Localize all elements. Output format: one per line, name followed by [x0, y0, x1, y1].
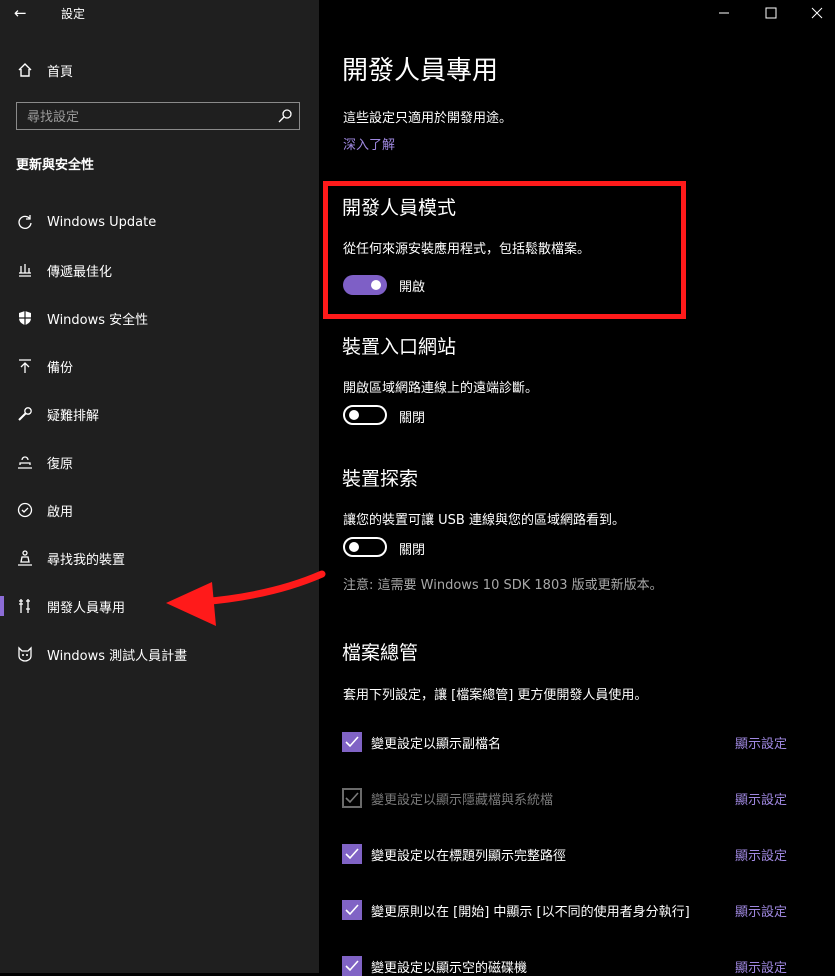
dev-mode-desc: 從任何來源安裝應用程式，包括鬆散檔案。 — [343, 242, 591, 257]
device-discovery-note: 注意: 這需要 Windows 10 SDK 1803 版或更新版本。 — [343, 578, 663, 593]
refresh-icon — [16, 213, 34, 231]
sidebar-item-delivery[interactable]: 傳遞最佳化 — [0, 246, 319, 294]
device-discovery-desc: 讓您的裝置可讓 USB 連線與您的區域網路看到。 — [343, 513, 625, 528]
sidebar-item-security[interactable]: Windows 安全性 — [0, 294, 319, 342]
device-portal-toggle[interactable] — [343, 405, 387, 425]
sidebar-item-label: 啟用 — [47, 504, 74, 520]
file-explorer-desc: 套用下列設定，讓 [檔案總管] 更方便開發人員使用。 — [343, 688, 648, 703]
learn-more-link[interactable]: 深入了解 — [343, 134, 395, 153]
sidebar-item-label: 疑難排解 — [47, 408, 100, 424]
show-settings-link[interactable]: 顯示設定 — [735, 957, 787, 976]
shield-icon — [16, 309, 34, 327]
toggle-knob — [349, 542, 359, 552]
window-title: 設定 — [61, 7, 86, 21]
show-settings-link[interactable]: 顯示設定 — [735, 789, 787, 808]
file-explorer-heading: 檔案總管 — [342, 642, 419, 664]
sidebar-item-label: 傳遞最佳化 — [47, 264, 113, 280]
sidebar-home[interactable]: 首頁 — [16, 59, 73, 81]
checkbox-label: 變更設定以顯示副檔名 — [371, 737, 502, 752]
checkbox-label: 變更設定以顯示空的磁碟機 — [371, 961, 528, 976]
check-circle-icon — [16, 501, 34, 519]
wrench-icon — [16, 405, 34, 423]
sidebar-item-label: 復原 — [47, 456, 74, 472]
sidebar-item-label: 尋找我的裝置 — [47, 552, 126, 568]
device-portal-state: 關閉 — [399, 411, 426, 426]
back-arrow-icon[interactable]: ← — [14, 4, 32, 22]
annotation-arrow — [166, 570, 326, 626]
developer-tools-icon — [16, 597, 34, 615]
checkbox-show-hidden-files — [342, 788, 362, 808]
delivery-icon — [16, 261, 34, 279]
device-discovery-state: 關閉 — [399, 543, 426, 558]
home-icon — [16, 61, 34, 79]
checkbox-label: 變更原則以在 [開始] 中顯示 [以不同的使用者身分執行] — [371, 905, 690, 920]
sidebar-item-label: 開發人員專用 — [47, 600, 126, 616]
sidebar-item-recovery[interactable]: 復原 — [0, 438, 319, 486]
section-title: 更新與安全性 — [16, 158, 95, 173]
recovery-icon — [16, 453, 34, 471]
show-settings-link[interactable]: 顯示設定 — [735, 845, 787, 864]
sidebar-item-label: Windows Update — [47, 214, 157, 230]
sidebar: ← 設定 首頁 更新與安全性 Windows Update 傳遞最佳化 Wind… — [0, 0, 319, 973]
search-icon[interactable] — [277, 108, 293, 124]
checkbox-label: 變更設定以在標題列顯示完整路徑 — [371, 849, 567, 864]
sidebar-item-backup[interactable]: 備份 — [0, 342, 319, 390]
intro-text: 這些設定只適用於開發用途。 — [343, 111, 513, 126]
show-settings-link[interactable]: 顯示設定 — [735, 901, 787, 920]
show-settings-link[interactable]: 顯示設定 — [735, 733, 787, 752]
sidebar-item-label: Windows 安全性 — [47, 312, 149, 328]
checkbox-label: 變更設定以顯示隱藏檔與系統檔 — [371, 793, 554, 808]
device-discovery-toggle[interactable] — [343, 537, 387, 557]
sidebar-item-label: Windows 測試人員計畫 — [47, 648, 188, 664]
device-portal-heading: 裝置入口網站 — [342, 336, 457, 358]
device-portal-desc: 開啟區域網路連線上的遠端診斷。 — [343, 381, 539, 396]
dev-mode-heading: 開發人員模式 — [342, 197, 457, 219]
minimize-icon[interactable] — [700, 0, 748, 26]
person-location-icon — [16, 549, 34, 567]
sidebar-item-windows-update[interactable]: Windows Update — [0, 198, 319, 246]
maximize-icon[interactable] — [747, 0, 795, 26]
dev-mode-toggle[interactable] — [343, 275, 387, 295]
checkbox-show-empty-drives[interactable] — [342, 956, 362, 976]
search-box[interactable] — [16, 102, 300, 131]
close-icon[interactable] — [793, 0, 835, 26]
search-input[interactable] — [17, 103, 279, 131]
backup-arrow-icon — [16, 357, 34, 375]
sidebar-item-activation[interactable]: 啟用 — [0, 486, 319, 534]
device-discovery-heading: 裝置探索 — [342, 468, 419, 490]
dev-mode-state: 開啟 — [399, 280, 426, 295]
checkbox-run-as-different-user[interactable] — [342, 900, 362, 920]
toggle-knob — [371, 280, 381, 290]
home-label: 首頁 — [47, 64, 74, 80]
toggle-knob — [349, 410, 359, 420]
insider-cat-icon — [16, 645, 34, 663]
page-title: 開發人員專用 — [342, 56, 499, 86]
checkbox-show-extensions[interactable] — [342, 732, 362, 752]
sidebar-item-label: 備份 — [47, 360, 74, 376]
sidebar-item-troubleshoot[interactable]: 疑難排解 — [0, 390, 319, 438]
checkbox-full-path-title[interactable] — [342, 844, 362, 864]
